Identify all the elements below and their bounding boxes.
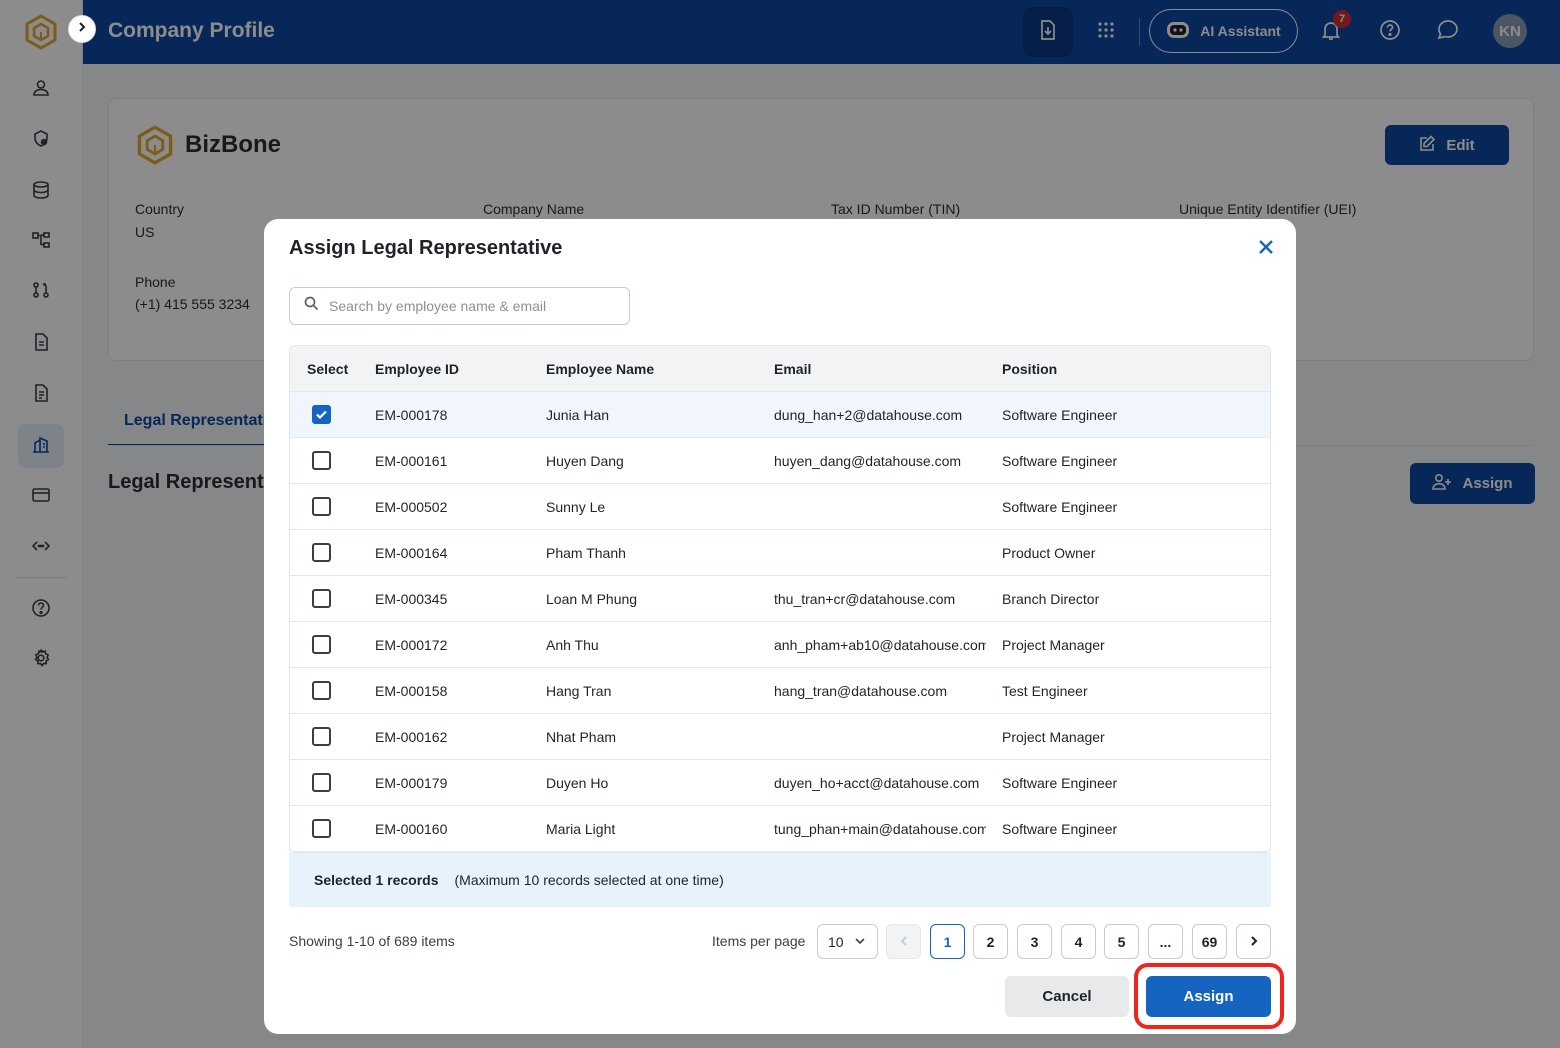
row-checkbox[interactable] [312, 589, 331, 608]
position-cell: Software Engineer [1002, 499, 1118, 515]
employee-id-cell: EM-000178 [375, 407, 448, 423]
position-cell: Software Engineer [1002, 821, 1118, 837]
employee-id-cell: EM-000162 [375, 729, 448, 745]
pagination-ellipsis[interactable]: ... [1148, 924, 1183, 959]
page-button[interactable]: 69 [1192, 924, 1227, 959]
column-select: Select [307, 361, 349, 377]
page-button[interactable]: 4 [1061, 924, 1096, 959]
email-cell: dung_han+2@datahouse.com [774, 407, 963, 423]
employee-name-cell: Sunny Le [546, 499, 606, 515]
employee-name-cell: Hang Tran [546, 683, 612, 699]
position-cell: Test Engineer [1002, 683, 1088, 699]
column-employee-id: Employee ID [375, 361, 460, 377]
employee-name-cell: Anh Thu [546, 637, 599, 653]
employee-id-cell: EM-000161 [375, 453, 448, 469]
table-header: Select Employee ID Employee Name Email P… [290, 346, 1270, 392]
modal-title: Assign Legal Representative [289, 237, 563, 259]
row-checkbox[interactable] [312, 727, 331, 746]
table-row[interactable]: EM-000502 Sunny Le Software Engineer [290, 484, 1270, 530]
table-row[interactable]: EM-000158 Hang Tran hang_tran@datahouse.co… [290, 668, 1270, 714]
column-position: Position [1002, 361, 1058, 377]
employee-id-cell: EM-000345 [375, 591, 448, 607]
employee-name-cell: Loan M Phung [546, 591, 638, 607]
employee-id-cell: EM-000164 [375, 545, 448, 561]
employee-id-cell: EM-000172 [375, 637, 448, 653]
employee-id-cell: EM-000179 [375, 775, 448, 791]
table-row[interactable]: EM-000161 Huyen Dang huyen_dang@datahouse.… [290, 438, 1270, 484]
chevron-right-icon [1248, 934, 1260, 950]
chevron-down-icon [854, 934, 866, 950]
position-cell: Software Engineer [1002, 453, 1118, 469]
row-checkbox[interactable] [312, 635, 331, 654]
employee-name-cell: Maria Light [546, 821, 616, 837]
column-email: Email [774, 361, 812, 377]
modal-close-button[interactable] [1254, 237, 1278, 261]
table-row[interactable]: EM-000162 Nhat Pham Project Manager [290, 714, 1270, 760]
employee-search [289, 287, 630, 325]
row-checkbox[interactable] [312, 497, 331, 516]
selected-count: Selected 1 records [314, 872, 439, 888]
row-checkbox[interactable] [312, 543, 331, 562]
position-cell: Software Engineer [1002, 407, 1118, 423]
email-cell: thu_tran+cr@datahouse.com [774, 591, 956, 607]
table-row[interactable]: EM-000160 Maria Light tung_phan+main@datah… [290, 806, 1270, 852]
prev-page-button[interactable] [886, 924, 921, 959]
position-cell: Project Manager [1002, 637, 1105, 653]
assign-button[interactable]: Assign [1146, 976, 1271, 1017]
next-page-button[interactable] [1236, 924, 1271, 959]
employee-name-cell: Duyen Ho [546, 775, 609, 791]
position-cell: Branch Director [1002, 591, 1100, 607]
selection-summary: Selected 1 records (Maximum 10 records s… [289, 853, 1271, 907]
employee-table: Select Employee ID Employee Name Email P… [289, 345, 1271, 853]
position-cell: Product Owner [1002, 545, 1096, 561]
table-row[interactable]: EM-000179 Duyen Ho duyen_ho+acct@datahouse… [290, 760, 1270, 806]
close-icon [1258, 239, 1274, 260]
email-cell: anh_pham+ab10@datahouse.com [774, 637, 986, 653]
chevron-right-icon [76, 20, 88, 38]
row-checkbox[interactable] [312, 451, 331, 470]
cancel-button[interactable]: Cancel [1005, 976, 1129, 1017]
checkmark-icon [316, 410, 327, 420]
items-per-page-select[interactable]: 10 [817, 924, 878, 959]
email-cell: huyen_dang@datahouse.com [774, 453, 962, 469]
chevron-left-icon [898, 934, 910, 950]
search-icon [304, 296, 319, 316]
row-checkbox[interactable] [312, 681, 331, 700]
row-checkbox[interactable] [312, 819, 331, 838]
employee-name-cell: Nhat Pham [546, 729, 617, 745]
email-cell: hang_tran@datahouse.com [774, 683, 947, 699]
page-button[interactable]: 3 [1017, 924, 1052, 959]
employee-name-cell: Pham Thanh [546, 545, 626, 561]
items-per-page-value: 10 [828, 933, 844, 950]
employee-name-cell: Huyen Dang [546, 453, 624, 469]
table-row[interactable]: EM-000345 Loan M Phung thu_tran+cr@datahou… [290, 576, 1270, 622]
sidebar-toggle-button[interactable] [68, 15, 96, 43]
employee-name-cell: Junia Han [546, 407, 610, 423]
table-row[interactable]: EM-000172 Anh Thu anh_pham+ab10@datahouse.… [290, 622, 1270, 668]
employee-id-cell: EM-000160 [375, 821, 448, 837]
email-cell: tung_phan+main@datahouse.com [774, 821, 986, 837]
page-button[interactable]: 2 [973, 924, 1008, 959]
email-cell: duyen_ho+acct@datahouse.com [774, 775, 980, 791]
column-employee-name: Employee Name [546, 361, 655, 377]
showing-items-text: Showing 1-10 of 689 items [289, 933, 455, 949]
page-button[interactable]: 5 [1104, 924, 1139, 959]
row-checkbox[interactable] [312, 773, 331, 792]
row-checkbox[interactable] [312, 405, 331, 424]
table-row[interactable]: EM-000164 Pham Thanh Product Owner [290, 530, 1270, 576]
assign-legal-representative-modal: Assign Legal Representative Select Emplo… [264, 219, 1296, 1034]
search-input[interactable] [329, 298, 619, 314]
page-button[interactable]: 1 [930, 924, 965, 959]
position-cell: Software Engineer [1002, 775, 1118, 791]
position-cell: Project Manager [1002, 729, 1105, 745]
employee-id-cell: EM-000158 [375, 683, 448, 699]
table-row[interactable]: EM-000178 Junia Han dung_han+2@datahouse.c… [290, 392, 1270, 438]
employee-id-cell: EM-000502 [375, 499, 448, 515]
selection-limit-note: (Maximum 10 records selected at one time… [454, 872, 724, 888]
items-per-page-label: Items per page [712, 933, 806, 949]
